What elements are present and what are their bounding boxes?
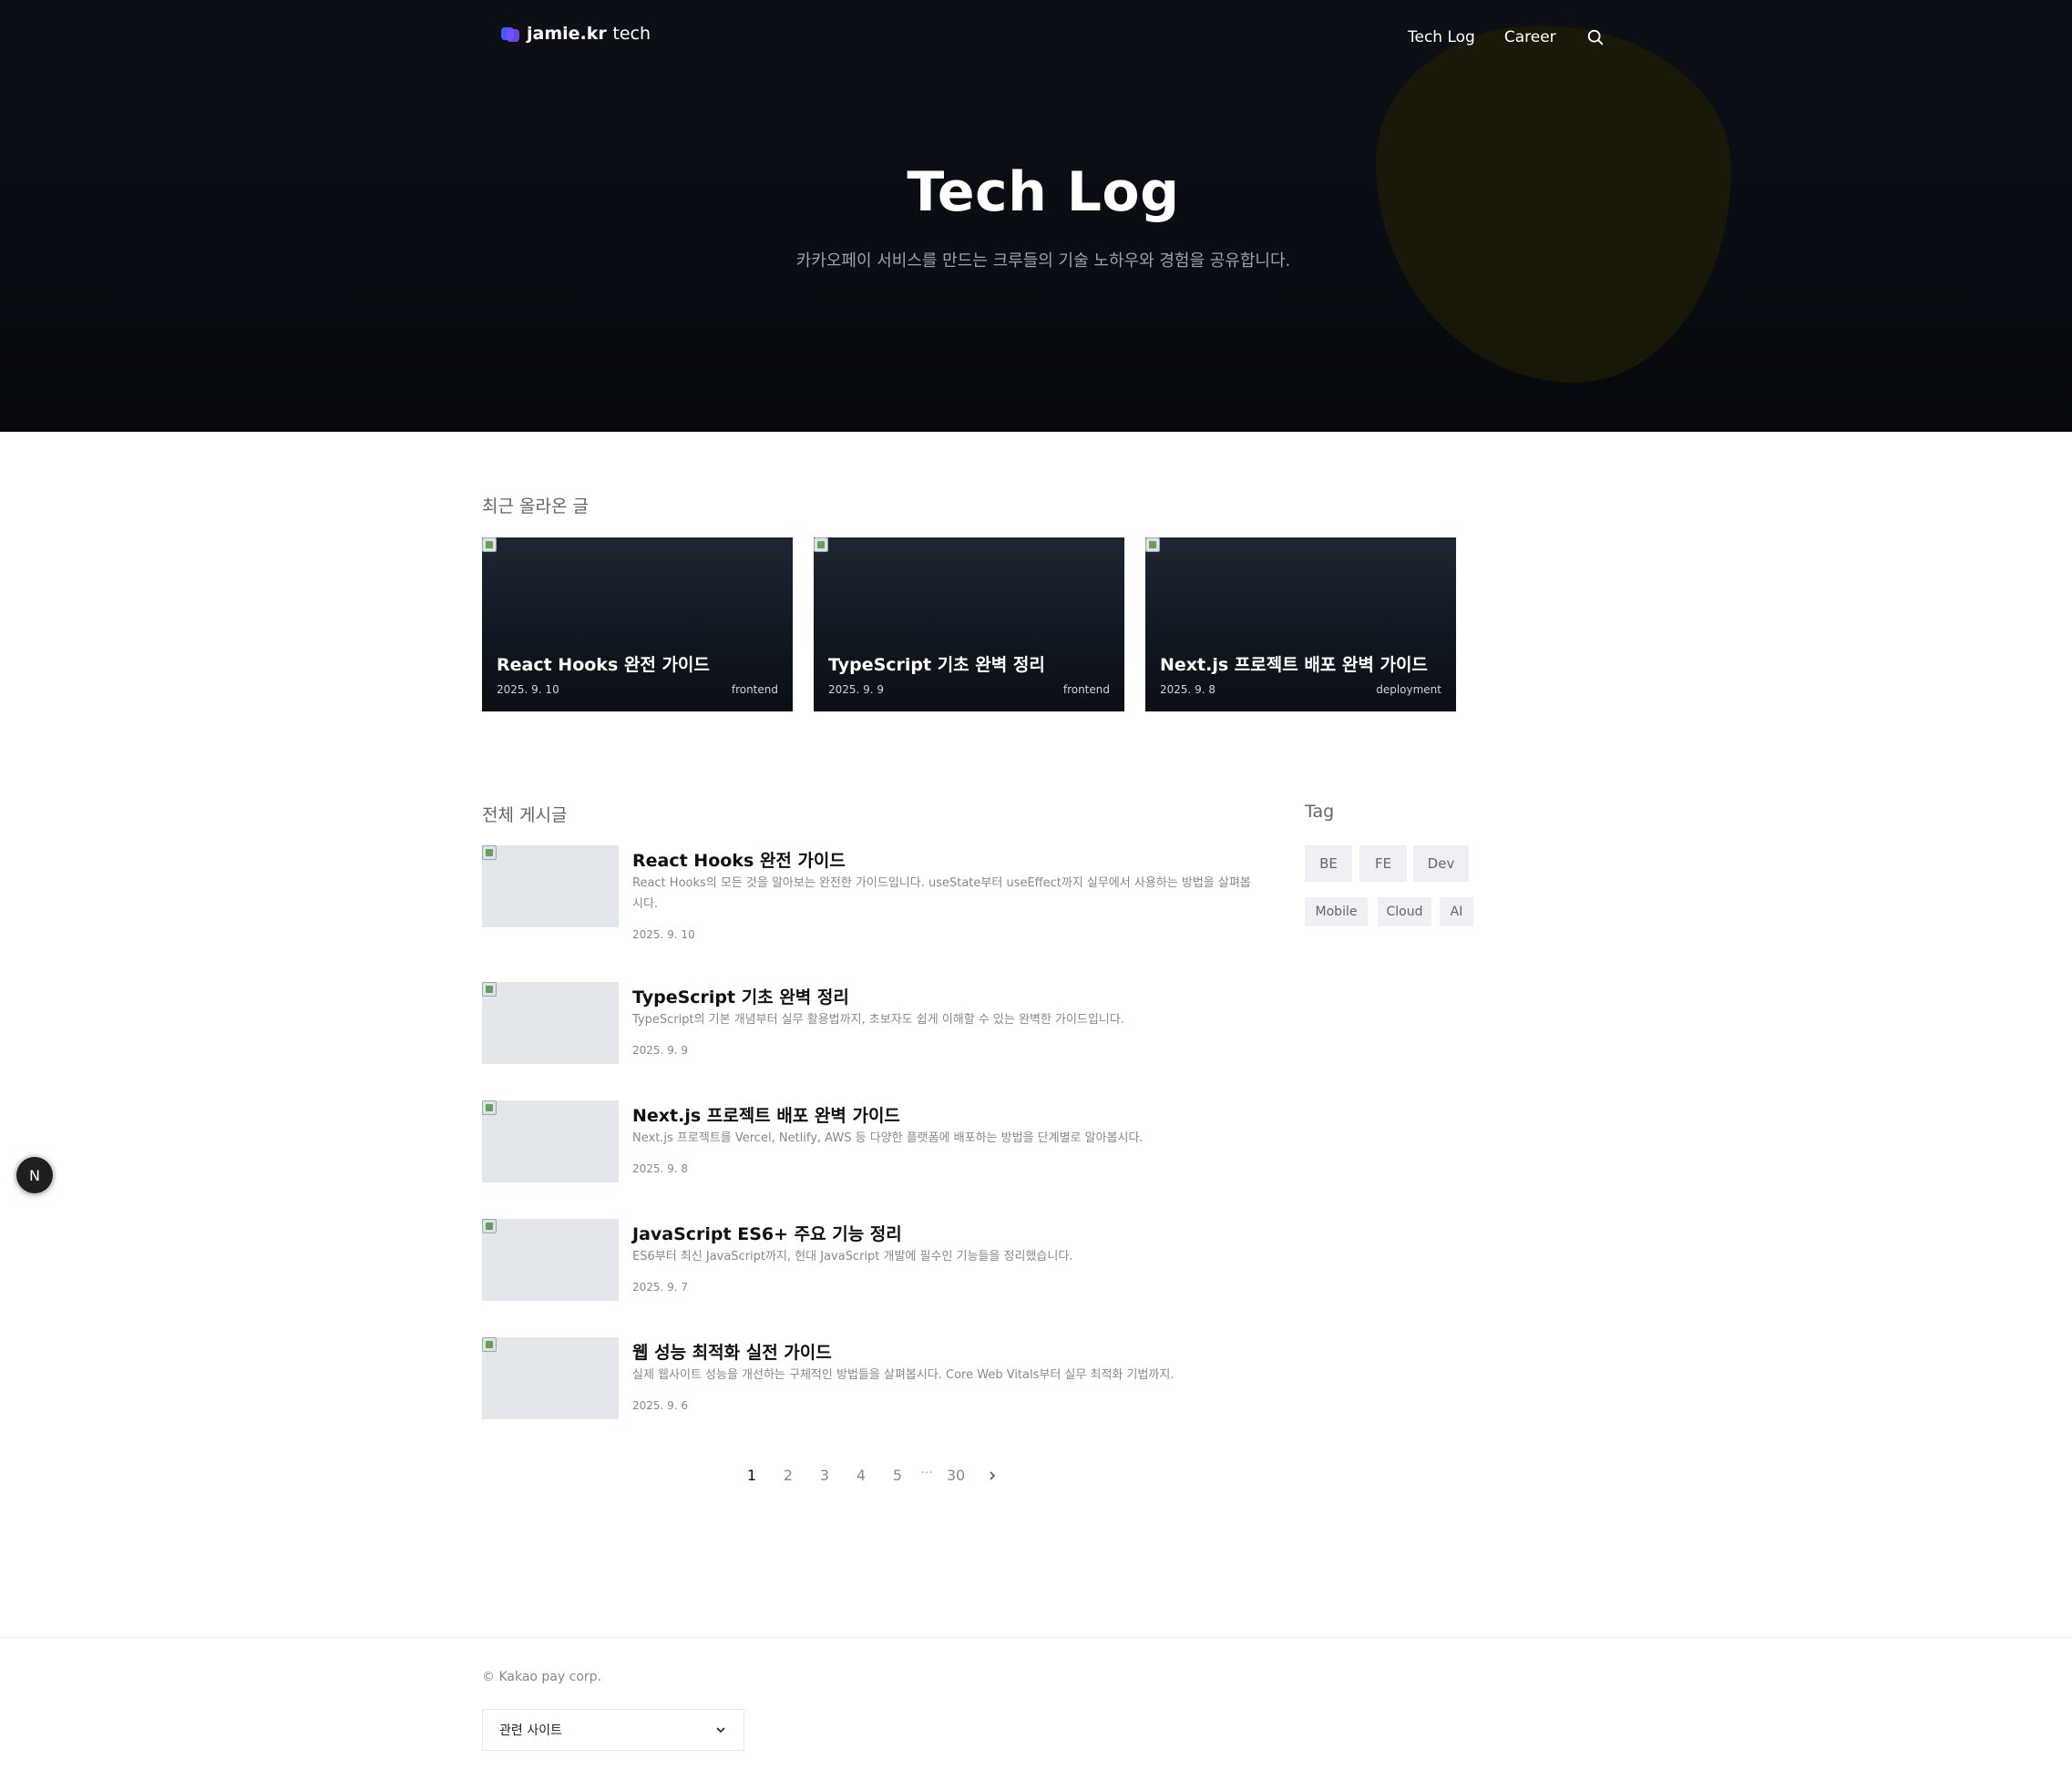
recent-card-tag: deployment <box>1376 683 1441 696</box>
recent-card-title: React Hooks 완전 가이드 <box>497 655 710 675</box>
related-sites-select[interactable]: 관련 사이트 <box>482 1709 744 1751</box>
post-title[interactable]: JavaScript ES6+ 주요 기능 정리 <box>632 1221 902 1245</box>
next-badge-letter: N <box>29 1166 40 1184</box>
post-thumbnail <box>482 845 619 927</box>
nav-career[interactable]: Career <box>1504 28 1556 46</box>
top-nav: Tech Log Career <box>1408 27 1605 47</box>
nav-tech-log[interactable]: Tech Log <box>1408 28 1475 46</box>
recent-card[interactable]: Next.js 프로젝트 배포 완벽 가이드 2025. 9. 8 deploy… <box>1145 537 1456 711</box>
post-list-item[interactable]: Next.js 프로젝트 배포 완벽 가이드 Next.js 프로젝트를 Ver… <box>482 1100 1257 1192</box>
post-description: TypeScript의 기본 개념부터 실무 활용법까지, 초보자도 쉽게 이해… <box>632 1013 1124 1027</box>
image-placeholder-icon <box>482 845 497 860</box>
pagination: 1 2 3 4 5 ··· 30 <box>733 1465 1010 1484</box>
site-logo[interactable]: jamie.kr tech <box>501 24 651 44</box>
chevron-down-icon <box>716 1727 725 1734</box>
tag-cloud[interactable]: Cloud <box>1378 897 1431 926</box>
all-posts-title: 전체 게시글 <box>482 805 568 825</box>
logo-icon <box>501 26 519 42</box>
post-date: 2025. 9. 7 <box>632 1281 689 1294</box>
recent-card-tag: frontend <box>731 683 778 696</box>
copyright: © Kakao pay corp. <box>482 1670 601 1684</box>
page-subtitle: 카카오페이 서비스를 만드는 크루들의 기술 노하우와 경험을 공유합니다. <box>795 251 1291 271</box>
post-date: 2025. 9. 10 <box>632 928 695 941</box>
image-placeholder-icon <box>482 982 497 997</box>
post-thumbnail <box>482 1337 619 1419</box>
post-description: ES6부터 최신 JavaScript까지, 현대 JavaScript 개발에… <box>632 1250 1073 1263</box>
recent-card-date: 2025. 9. 9 <box>828 683 885 696</box>
next-devtools-badge[interactable]: N <box>16 1157 53 1193</box>
image-placeholder-icon <box>482 1219 497 1233</box>
post-thumbnail <box>482 1219 619 1301</box>
image-placeholder-icon <box>482 1100 497 1115</box>
recent-card[interactable]: TypeScript 기초 완벽 정리 2025. 9. 9 frontend <box>814 537 1124 711</box>
page-4[interactable]: 4 <box>843 1467 879 1484</box>
post-description: 실제 웹사이트 성능을 개선하는 구체적인 방법들을 살펴봅시다. Core W… <box>632 1368 1174 1382</box>
chevron-right-icon[interactable] <box>974 1468 1010 1483</box>
search-icon[interactable] <box>1585 27 1605 47</box>
post-description: Next.js 프로젝트를 Vercel, Netlify, AWS 등 다양한… <box>632 1131 1144 1145</box>
page-2[interactable]: 2 <box>770 1467 806 1484</box>
page-1[interactable]: 1 <box>733 1467 770 1484</box>
page-5[interactable]: 5 <box>879 1467 916 1484</box>
post-list-item[interactable]: JavaScript ES6+ 주요 기능 정리 ES6부터 최신 JavaSc… <box>482 1219 1257 1310</box>
recent-section-title: 최근 올라온 글 <box>482 496 589 517</box>
logo-text-bold: jamie.kr <box>527 24 607 44</box>
post-thumbnail <box>482 1100 619 1182</box>
recent-card-title: TypeScript 기초 완벽 정리 <box>828 655 1045 675</box>
post-date: 2025. 9. 6 <box>632 1399 689 1412</box>
post-title[interactable]: 웹 성능 최적화 실전 가이드 <box>632 1339 832 1364</box>
post-thumbnail <box>482 982 619 1064</box>
post-title[interactable]: TypeScript 기초 완벽 정리 <box>632 984 849 1008</box>
image-placeholder-icon <box>1145 537 1160 552</box>
post-description: React Hooks의 모든 것을 알아보는 완전한 가이드입니다. useS… <box>632 876 1251 911</box>
post-list-item[interactable]: React Hooks 완전 가이드 React Hooks의 모든 것을 알아… <box>482 845 1257 946</box>
post-date: 2025. 9. 8 <box>632 1162 689 1175</box>
image-placeholder-icon <box>482 537 497 552</box>
post-list-item[interactable]: 웹 성능 최적화 실전 가이드 실제 웹사이트 성능을 개선하는 구체적인 방법… <box>482 1337 1257 1428</box>
tag-mobile[interactable]: Mobile <box>1305 897 1368 926</box>
tag-section-title: Tag <box>1305 802 1335 822</box>
post-title[interactable]: React Hooks 완전 가이드 <box>632 847 846 872</box>
page-3[interactable]: 3 <box>806 1467 843 1484</box>
tag-dev[interactable]: Dev <box>1413 845 1469 882</box>
post-date: 2025. 9. 9 <box>632 1044 689 1057</box>
recent-card-date: 2025. 9. 8 <box>1160 683 1216 696</box>
image-placeholder-icon <box>814 537 828 552</box>
page-ellipsis: ··· <box>920 1465 933 1480</box>
recent-card-tag: frontend <box>1062 683 1110 696</box>
tag-ai[interactable]: AI <box>1440 897 1473 926</box>
page-last[interactable]: 30 <box>938 1467 974 1484</box>
recent-card[interactable]: React Hooks 완전 가이드 2025. 9. 10 frontend <box>482 537 793 711</box>
logo-text: jamie.kr tech <box>527 24 651 44</box>
image-placeholder-icon <box>482 1337 497 1352</box>
post-title[interactable]: Next.js 프로젝트 배포 완벽 가이드 <box>632 1102 900 1127</box>
related-sites-label: 관련 사이트 <box>499 1724 562 1738</box>
hero-banner: jamie.kr tech Tech Log Career Tech Log 카… <box>0 0 2072 432</box>
post-list-item[interactable]: TypeScript 기초 완벽 정리 TypeScript의 기본 개념부터 … <box>482 982 1257 1073</box>
recent-card-date: 2025. 9. 10 <box>497 683 559 696</box>
page-title: Tech Log <box>907 160 1180 224</box>
footer-divider <box>0 1637 2072 1638</box>
logo-text-light: tech <box>612 24 651 44</box>
tag-be[interactable]: BE <box>1305 845 1352 882</box>
recent-card-title: Next.js 프로젝트 배포 완벽 가이드 <box>1160 655 1428 675</box>
tag-fe[interactable]: FE <box>1359 845 1407 882</box>
